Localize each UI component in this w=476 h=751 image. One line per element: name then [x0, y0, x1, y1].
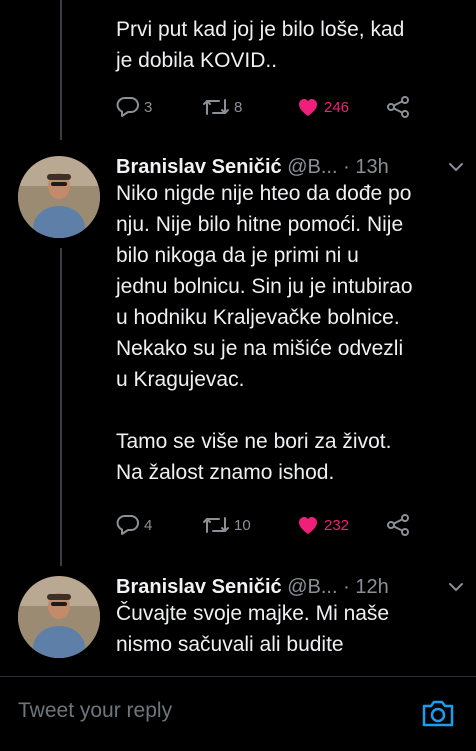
reply-bar: Tweet your reply: [0, 676, 476, 751]
tweet-text: Čuvajte svoje majke. Mi naše nismo sačuv…: [116, 602, 390, 656]
like-button[interactable]: 232: [296, 514, 349, 536]
share-icon: [387, 514, 409, 536]
camera-icon[interactable]: [420, 697, 456, 729]
reply-count: 4: [144, 516, 153, 534]
reply-icon: [116, 515, 139, 535]
tweet-text: Niko nigde nije hteo da dođe po nju. Nij…: [116, 182, 413, 484]
share-button[interactable]: [386, 514, 410, 536]
tweet[interactable]: Prvi put kad joj je bilo loše, kad je do…: [0, 0, 476, 140]
share-icon: [387, 96, 409, 118]
tweet[interactable]: Branislav Seničić @B... · 13h Niko nigde…: [0, 150, 476, 560]
retweet-icon: [203, 99, 229, 115]
heart-icon: [299, 99, 317, 116]
tweet-text: Prvi put kad joj je bilo loše, kad je do…: [116, 18, 405, 72]
like-count: 246: [324, 98, 350, 116]
share-button[interactable]: [386, 96, 410, 118]
separator: ·: [343, 156, 350, 178]
author-handle[interactable]: @B...: [287, 576, 337, 598]
tweet-actions: 4 10 232: [116, 514, 416, 542]
reply-button[interactable]: 4: [116, 514, 152, 536]
retweet-count: 8: [234, 98, 243, 116]
retweet-button[interactable]: 10: [202, 514, 251, 536]
reply-icon: [116, 97, 139, 117]
reply-count: 3: [144, 98, 153, 116]
author-handle[interactable]: @B...: [287, 156, 337, 178]
avatar[interactable]: [18, 156, 100, 238]
author-name[interactable]: Branislav Seničić: [116, 576, 282, 598]
tweet[interactable]: Branislav Seničić @B... · 12h Čuvajte sv…: [0, 570, 476, 676]
author-name[interactable]: Branislav Seničić: [116, 156, 282, 178]
avatar[interactable]: [18, 576, 100, 658]
timestamp[interactable]: 13h: [355, 156, 388, 178]
retweet-button[interactable]: 8: [202, 96, 242, 118]
retweet-icon: [203, 517, 229, 533]
timestamp[interactable]: 12h: [355, 576, 388, 598]
retweet-count: 10: [234, 516, 251, 534]
reply-input[interactable]: Tweet your reply: [18, 699, 172, 723]
heart-icon: [299, 517, 317, 534]
tweet-actions: 3 8 246: [116, 96, 416, 124]
separator: ·: [343, 576, 350, 598]
like-count: 232: [324, 516, 350, 534]
reply-button[interactable]: 3: [116, 96, 152, 118]
like-button[interactable]: 246: [296, 96, 349, 118]
